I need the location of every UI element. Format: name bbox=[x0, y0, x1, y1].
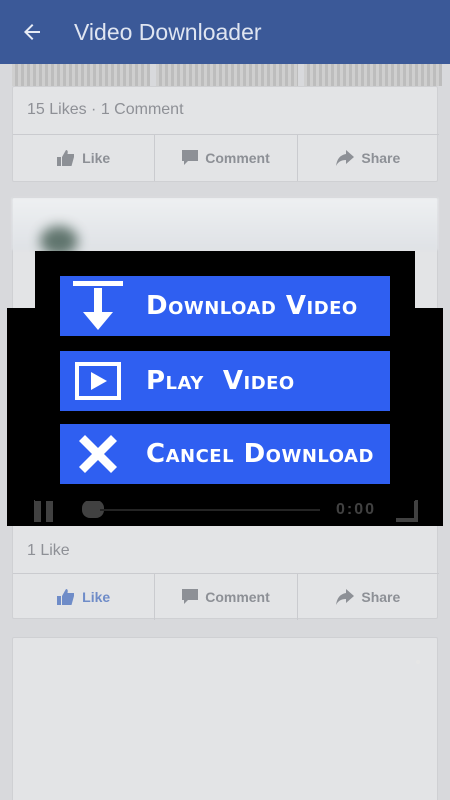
share-button[interactable]: Share bbox=[298, 574, 439, 620]
app-title: Video Downloader bbox=[74, 18, 262, 45]
like-label: Like bbox=[82, 589, 111, 605]
loading-indicator bbox=[416, 660, 420, 664]
like-button[interactable]: Like bbox=[13, 574, 156, 620]
video-controls: 0:00 bbox=[30, 498, 420, 524]
video-time: 0:00 bbox=[335, 501, 376, 518]
thumbs-up-icon bbox=[57, 150, 75, 166]
post-image-strip[interactable] bbox=[0, 64, 450, 86]
comment-icon bbox=[182, 589, 199, 604]
download-video-button[interactable]: Download Video bbox=[60, 276, 390, 336]
cancel-download-button[interactable]: Cancel Download bbox=[60, 424, 390, 484]
comment-button[interactable]: Comment bbox=[155, 574, 298, 620]
comment-icon bbox=[182, 150, 199, 165]
like-label: Like bbox=[82, 150, 111, 166]
fullscreen-icon[interactable] bbox=[396, 500, 418, 522]
share-button[interactable]: Share bbox=[298, 135, 439, 181]
play-icon bbox=[60, 351, 136, 411]
back-button[interactable] bbox=[0, 0, 64, 64]
download-icon bbox=[60, 276, 136, 336]
thumbs-up-icon bbox=[57, 589, 75, 605]
download-options-dialog: Download Video Play Video Cancel Downloa… bbox=[35, 251, 415, 501]
comment-label: Comment bbox=[205, 589, 270, 605]
share-label: Share bbox=[361, 150, 401, 166]
post-actions: Like Comment Share bbox=[13, 135, 439, 181]
post-card bbox=[12, 637, 438, 800]
pause-icon[interactable] bbox=[32, 500, 56, 522]
comment-button[interactable]: Comment bbox=[155, 135, 298, 181]
share-icon bbox=[336, 589, 355, 605]
play-video-button[interactable]: Play Video bbox=[60, 351, 390, 411]
app-bar: Video Downloader bbox=[0, 0, 450, 64]
play-video-label: Play Video bbox=[146, 366, 295, 396]
comment-label: Comment bbox=[205, 150, 270, 166]
seek-bar[interactable] bbox=[100, 509, 320, 511]
cancel-download-label: Cancel Download bbox=[146, 439, 374, 469]
arrow-back-icon bbox=[24, 24, 40, 40]
cancel-icon bbox=[60, 424, 136, 484]
post-stats: 1 Like bbox=[27, 542, 70, 559]
download-video-label: Download Video bbox=[146, 291, 358, 321]
post-actions: Like Comment Share bbox=[13, 574, 439, 620]
share-label: Share bbox=[361, 589, 401, 605]
share-icon bbox=[336, 150, 355, 166]
like-button[interactable]: Like bbox=[13, 135, 156, 181]
post-card: 15 Likes · 1 Comment Like Comment Share bbox=[12, 86, 439, 182]
post-stats: 15 Likes · 1 Comment bbox=[27, 101, 184, 118]
